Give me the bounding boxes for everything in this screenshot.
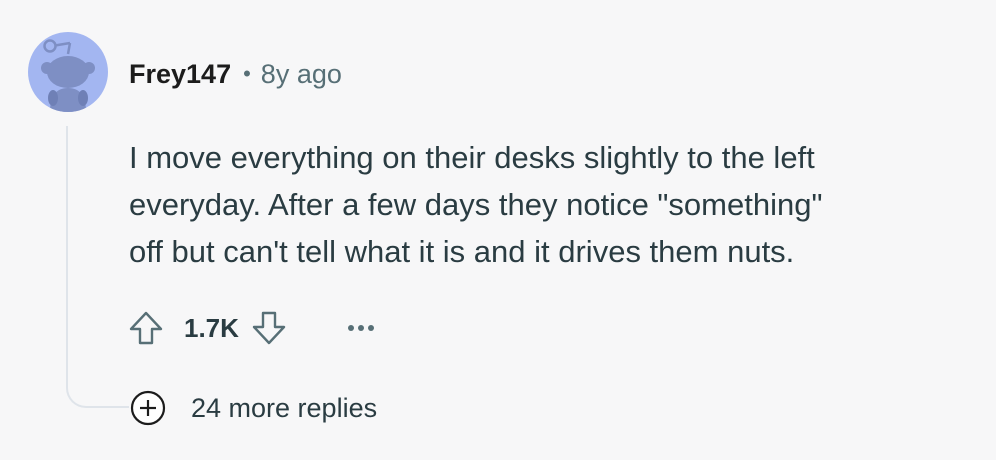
avatar[interactable]: [28, 32, 108, 112]
comment-meta: Frey147 • 8y ago: [129, 56, 342, 92]
downvote-button[interactable]: [249, 308, 289, 348]
upvote-arrow-icon: [129, 311, 163, 345]
more-replies-label: 24 more replies: [191, 392, 378, 423]
plus-circle-icon: [130, 390, 166, 426]
more-replies-button[interactable]: 24 more replies: [129, 387, 384, 429]
comment-body-line: off but can't tell what it is and it dri…: [129, 234, 795, 269]
meta-separator: •: [243, 61, 251, 86]
comment-body-line: everyday. After a few days they notice "…: [129, 187, 823, 222]
vote-count: 1.7K: [184, 312, 239, 343]
downvote-arrow-icon: [252, 311, 286, 345]
upvote-button[interactable]: [126, 308, 166, 348]
author-username[interactable]: Frey147: [129, 59, 231, 90]
more-options-button[interactable]: [341, 308, 381, 348]
comment-body: I move everything on their desks slightl…: [129, 134, 979, 275]
comment: Frey147 • 8y ago I move everything on th…: [0, 0, 996, 460]
thread-line[interactable]: [66, 126, 132, 408]
reddit-snoo-avatar-icon: [41, 39, 95, 112]
comment-body-line: I move everything on their desks slightl…: [129, 140, 815, 175]
comment-actions: 1.7K: [126, 306, 381, 350]
comment-age[interactable]: 8y ago: [261, 59, 342, 90]
ellipsis-icon: [347, 325, 374, 331]
expand-replies-toggle[interactable]: [129, 389, 167, 427]
